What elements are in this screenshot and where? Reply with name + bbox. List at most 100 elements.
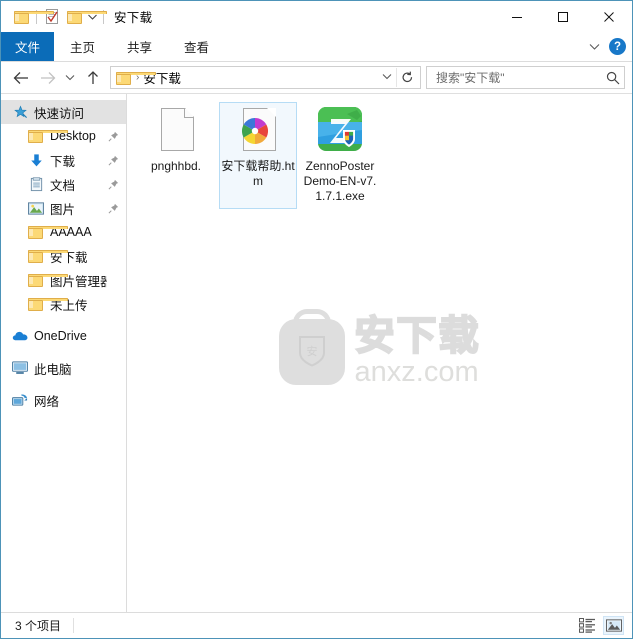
quick-access-toolbar: 安下载: [1, 6, 152, 28]
file-grid: pnghhbd. 安下载帮助.htm ZennoPosterDemo-EN-v7…: [127, 94, 632, 211]
close-button[interactable]: [586, 1, 632, 32]
explorer-body: 快速访问 Desktop 下载 文档 图片 AAAAA 安下载 图片管理器 未上…: [1, 93, 632, 612]
watermark-text: 安下载 anxz.com: [354, 315, 481, 387]
sidebar-item-quick-access[interactable]: 快速访问: [1, 100, 126, 124]
navigation-pane[interactable]: 快速访问 Desktop 下载 文档 图片 AAAAA 安下载 图片管理器 未上…: [1, 94, 127, 612]
view-mode-buttons: [578, 613, 624, 638]
up-arrow-icon: [88, 70, 98, 84]
forward-button[interactable]: [34, 65, 60, 91]
pin-glyph: [108, 179, 119, 189]
sidebar-item-onedrive[interactable]: OneDrive: [1, 324, 126, 348]
onedrive-cloud-glyph: [12, 331, 27, 341]
network-icon: [11, 393, 29, 407]
download-icon: [27, 153, 45, 168]
tab-share[interactable]: 共享: [111, 32, 168, 61]
help-icon[interactable]: ?: [609, 38, 626, 55]
new-folder-icon[interactable]: [63, 6, 107, 28]
chevron-down-glyph: [382, 74, 392, 80]
file-item[interactable]: 安下载帮助.htm: [219, 102, 297, 209]
up-button[interactable]: [80, 65, 106, 91]
sidebar-item-desktop[interactable]: Desktop: [1, 124, 126, 148]
pin-glyph: [108, 155, 119, 165]
sidebar-item-label: 下载: [50, 154, 76, 169]
chevron-down-glyph: [87, 14, 97, 20]
new-folder-glyph: [66, 10, 107, 24]
network-glyph: [12, 394, 28, 406]
window-title: 安下载: [114, 11, 153, 25]
folder-icon: [27, 225, 68, 239]
folder-icon: [27, 297, 68, 311]
maximize-icon: [558, 11, 568, 22]
pictures-icon: [27, 201, 45, 215]
file-item[interactable]: ZennoPosterDemo-EN-v7.1.7.1.exe: [301, 102, 379, 209]
watermark-badge-text: 安: [306, 344, 317, 358]
sidebar-item-aaaaa[interactable]: AAAAA: [1, 220, 126, 244]
sidebar-item-label: 图片: [50, 202, 76, 217]
large-icons-view-button[interactable]: [603, 616, 624, 635]
blank-document-icon: [152, 106, 200, 154]
maximize-button[interactable]: [540, 1, 586, 32]
sidebar-item-picture-manager[interactable]: 图片管理器: [1, 268, 126, 292]
folder-glyph: [28, 129, 68, 143]
folder-icon[interactable]: [10, 6, 54, 28]
sidebar-item-anxiazai[interactable]: 安下载: [1, 244, 126, 268]
refresh-button[interactable]: [396, 68, 418, 87]
explorer-window: 安下载 文件 主页 共享 查看 ? › 安下载 搜索"安下载" 快速访问 Des…: [0, 0, 633, 639]
sidebar-item-label: 快速访问: [34, 106, 85, 121]
pin-icon[interactable]: [107, 179, 120, 190]
file-name-label: ZennoPosterDemo-EN-v7.1.7.1.exe: [303, 159, 377, 203]
sidebar-item-label: 此电脑: [34, 362, 72, 377]
sidebar-item-documents[interactable]: 文档: [1, 172, 126, 196]
sidebar-item-pictures[interactable]: 图片: [1, 196, 126, 220]
chevron-down-glyph: [65, 75, 75, 81]
forward-arrow-icon: [40, 71, 55, 84]
folder-glyph: [28, 225, 68, 239]
large-icons-view-icon: [605, 619, 622, 632]
pin-icon[interactable]: [107, 131, 120, 142]
pin-glyph: [108, 131, 119, 141]
back-button[interactable]: [8, 65, 34, 91]
file-list-pane[interactable]: pnghhbd. 安下载帮助.htm ZennoPosterDemo-EN-v7…: [127, 94, 632, 612]
expand-ribbon-icon[interactable]: [586, 39, 602, 55]
search-icon[interactable]: [606, 71, 620, 85]
file-item[interactable]: pnghhbd.: [137, 102, 215, 209]
watermark-bag-icon: 安: [278, 308, 345, 385]
folder-glyph: [28, 249, 68, 263]
html-chrome-document-icon: [234, 106, 282, 154]
tab-file[interactable]: 文件: [1, 32, 55, 61]
minimize-button[interactable]: [494, 1, 540, 32]
pin-icon[interactable]: [107, 203, 120, 214]
tab-home[interactable]: 主页: [54, 32, 111, 61]
documents-icon: [27, 176, 45, 192]
tab-view[interactable]: 查看: [168, 32, 225, 61]
sidebar-item-downloads[interactable]: 下载: [1, 148, 126, 172]
pin-icon[interactable]: [107, 155, 120, 166]
sidebar-item-network[interactable]: 网络: [1, 388, 126, 412]
folder-glyph: [28, 297, 68, 311]
recent-locations-button[interactable]: [60, 65, 80, 91]
sidebar-item-label: OneDrive: [34, 329, 87, 343]
documents-glyph: [30, 176, 42, 191]
customize-dropdown-icon[interactable]: [85, 6, 99, 28]
breadcrumb[interactable]: › 安下载: [110, 66, 421, 89]
breadcrumb-dropdown-icon[interactable]: [378, 72, 396, 83]
folder-icon: [27, 129, 68, 143]
window-controls: [494, 1, 632, 32]
folder-icon: [27, 273, 68, 287]
this-pc-icon: [11, 361, 29, 375]
breadcrumb-item-current[interactable]: 安下载: [143, 68, 181, 87]
zennoposter-glyph: [318, 107, 362, 151]
star-pin-icon: [11, 105, 29, 120]
pinwheel-glyph: [241, 117, 269, 145]
sidebar-item-this-pc[interactable]: 此电脑: [1, 356, 126, 380]
search-box[interactable]: [426, 66, 625, 89]
sidebar-item-not-uploaded[interactable]: 未上传: [1, 292, 126, 316]
sidebar-item-label: 网络: [34, 394, 60, 409]
breadcrumb-folder-icon: [116, 71, 156, 85]
properties-icon[interactable]: [41, 6, 63, 28]
item-count-label: 3 个项目: [15, 619, 62, 633]
sidebar-item-label: 文档: [50, 178, 76, 193]
search-input[interactable]: [434, 69, 606, 86]
onedrive-icon: [11, 330, 29, 342]
details-view-button[interactable]: [578, 617, 597, 634]
